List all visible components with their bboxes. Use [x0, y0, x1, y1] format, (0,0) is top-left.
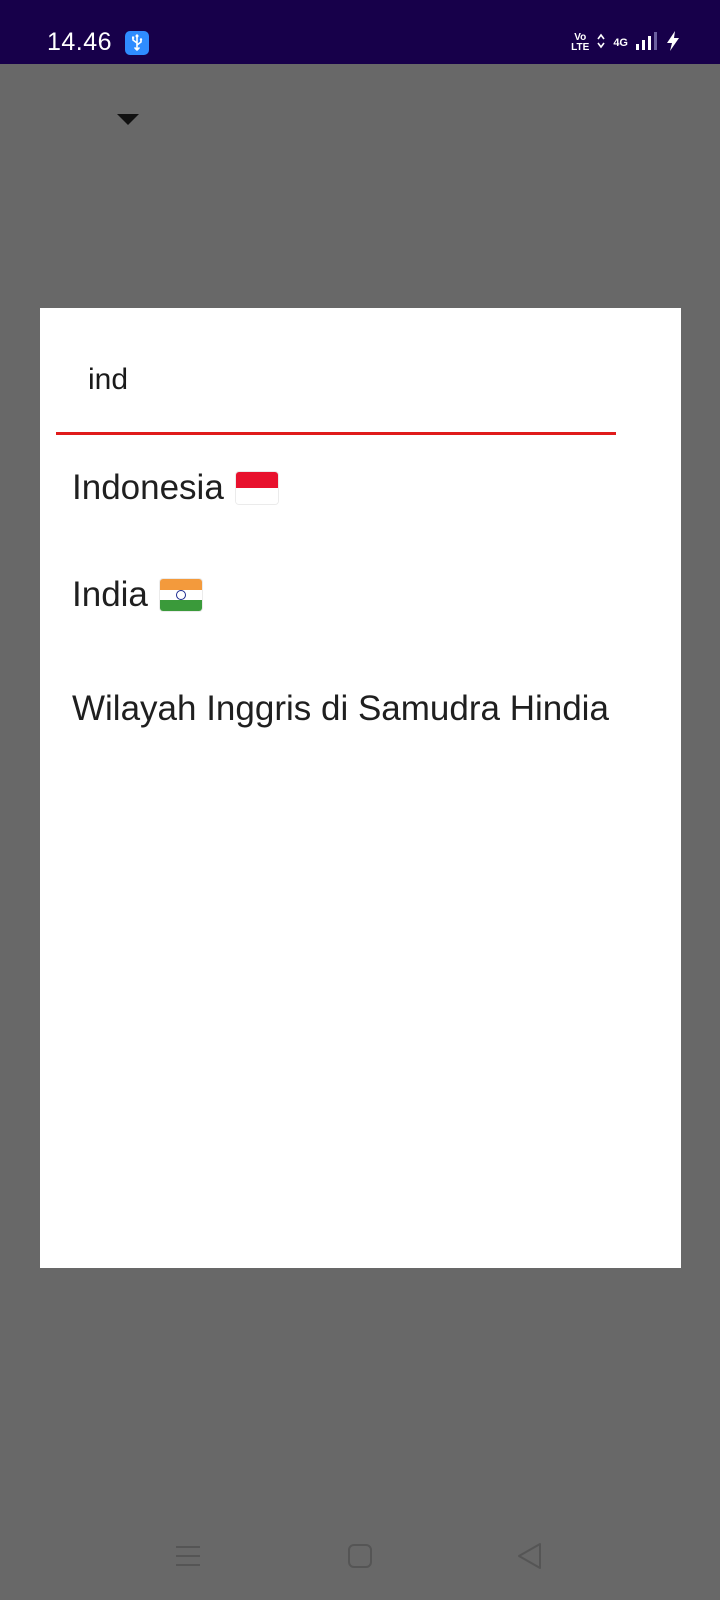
data-arrows-icon: [597, 33, 605, 54]
volte-indicator: Vo LTE: [571, 33, 589, 53]
usb-debug-icon: [125, 31, 149, 55]
status-bar: 14.46 Vo LTE 4G: [0, 0, 720, 64]
menu-icon[interactable]: [170, 1538, 206, 1574]
country-search-input[interactable]: [88, 360, 588, 400]
volte-label-bottom: LTE: [571, 42, 590, 53]
dropdown-caret-icon[interactable]: [117, 114, 139, 125]
country-search-dialog: Indonesia India Wilayah Inggris di Samud…: [40, 308, 681, 1268]
navigation-bar: [0, 1500, 720, 1600]
back-icon[interactable]: [512, 1538, 548, 1574]
country-name: India: [72, 575, 148, 614]
indonesia-flag-icon: [235, 472, 278, 504]
signal-bars-icon: [636, 31, 658, 56]
results-list: Indonesia India Wilayah Inggris di Samud…: [40, 438, 681, 766]
list-item-british-indian-ocean-territory[interactable]: Wilayah Inggris di Samudra Hindia: [40, 652, 681, 766]
search-underline: [56, 432, 616, 435]
country-name: Wilayah Inggris di Samudra Hindia: [72, 689, 609, 728]
status-time: 14.46: [47, 28, 113, 56]
home-icon[interactable]: [342, 1538, 378, 1574]
country-name: Indonesia: [72, 468, 224, 507]
network-type-label: 4G: [613, 36, 628, 49]
charging-bolt-icon: [666, 30, 680, 57]
list-item-indonesia[interactable]: Indonesia: [40, 438, 681, 538]
status-indicators: Vo LTE 4G: [571, 30, 680, 56]
india-flag-icon: [159, 579, 202, 611]
list-item-india[interactable]: India: [40, 538, 681, 652]
